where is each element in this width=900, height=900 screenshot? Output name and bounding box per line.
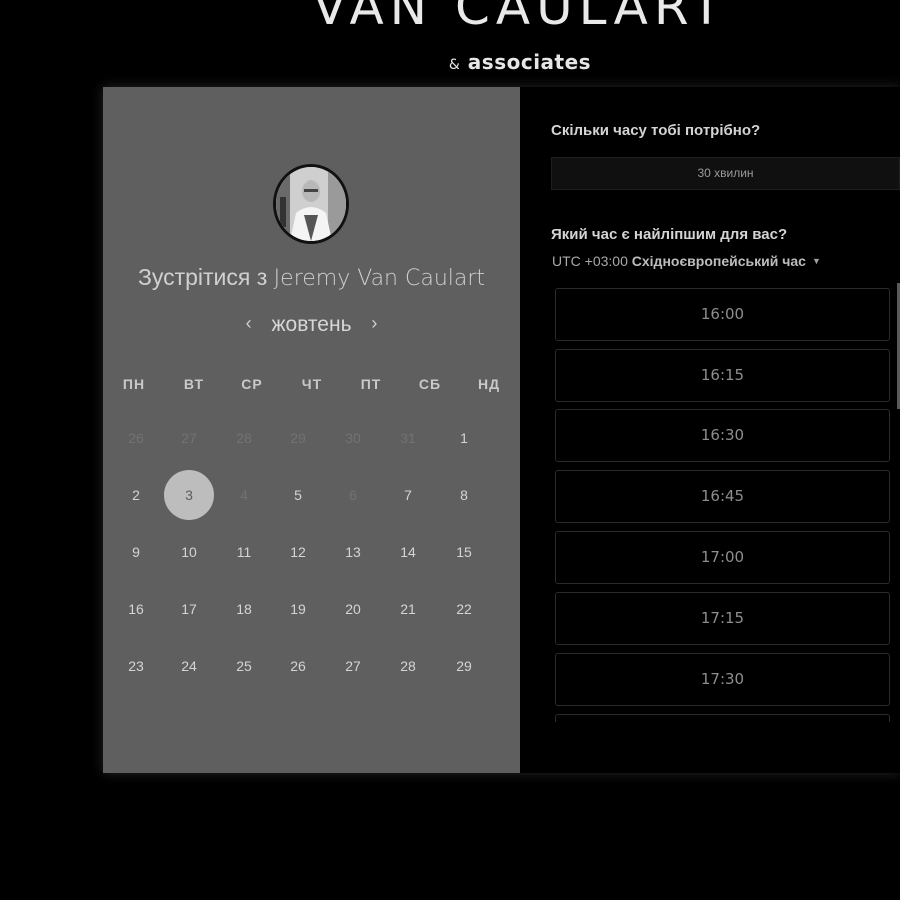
weekday-mon: ПН [122, 376, 146, 392]
calendar-day[interactable]: 27 [333, 658, 373, 674]
duration-question: Скільки часу тобі потрібно? [551, 122, 761, 139]
calendar-day[interactable]: 22 [444, 601, 484, 617]
time-slot-button[interactable]: 17:30 [555, 653, 890, 706]
meeting-prefix: Зустрітися з [137, 264, 268, 290]
calendar-day[interactable]: 25 [224, 658, 264, 674]
calendar-day[interactable]: 24 [169, 658, 209, 674]
calendar-day[interactable]: 15 [444, 544, 484, 560]
host-name: Jeremy Van Caulart [273, 266, 486, 291]
calendar-day: 6 [349, 487, 357, 503]
brand-title: VAN CAULART [312, 0, 728, 36]
weekday-sat: СБ [418, 376, 442, 392]
calendar-day[interactable]: 9 [116, 544, 156, 560]
calendar-day[interactable]: 1 [444, 430, 484, 446]
brand-subtitle: & associates [0, 50, 900, 74]
next-month-icon[interactable]: › [357, 313, 391, 334]
calendar-day: 26 [128, 430, 144, 446]
calendar-day[interactable]: 21 [388, 601, 428, 617]
caret-down-icon: ▼ [811, 256, 821, 266]
weekday-sun: НД [477, 376, 501, 392]
calendar-day[interactable]: 10 [169, 544, 209, 560]
calendar-day[interactable]: 5 [278, 487, 318, 503]
calendar-day: 4 [240, 487, 248, 503]
weekday-fri: ПТ [360, 376, 382, 392]
brand-amp: & [448, 57, 461, 73]
calendar-day[interactable]: 16 [116, 601, 156, 617]
calendar-day[interactable]: 28 [388, 658, 428, 674]
month-navigation: ‹ жовтень › [103, 313, 520, 337]
calendar-day: 28 [236, 430, 252, 446]
calendar-day[interactable]: 12 [278, 544, 318, 560]
calendar-day[interactable]: 18 [224, 601, 264, 617]
avatar [273, 164, 349, 244]
prev-month-icon[interactable]: ‹ [232, 313, 266, 334]
meeting-title: Зустрітися з Jeremy Van Caulart [103, 264, 520, 291]
calendar-day[interactable]: 2 [116, 487, 156, 503]
time-slot-button[interactable]: 17:15 [555, 592, 890, 645]
duration-select[interactable]: 30 хвилин [551, 157, 900, 190]
calendar-day: 29 [290, 430, 306, 446]
time-slot-button[interactable]: 16:00 [555, 288, 890, 341]
timezone-select[interactable]: UTC +03:00 Східноєвропейський час ▼ [552, 253, 821, 269]
calendar-day[interactable]: 29 [444, 658, 484, 674]
weekday-thu: ЧТ [301, 376, 323, 392]
calendar-day[interactable]: 20 [333, 601, 373, 617]
calendar-day[interactable]: 19 [278, 601, 318, 617]
time-slot-button[interactable]: 17:00 [555, 531, 890, 584]
calendar-day[interactable]: 23 [116, 658, 156, 674]
time-slot-button[interactable]: 16:30 [555, 409, 890, 462]
weekday-wed: СР [241, 376, 263, 392]
calendar-day[interactable]: 8 [444, 487, 484, 503]
timezone-offset: UTC +03:00 [552, 253, 628, 269]
calendar-day-selected[interactable]: 3 [169, 487, 209, 503]
brand-subtitle-text: associates [467, 50, 592, 74]
weekday-tue: ВТ [183, 376, 205, 392]
avatar-photo-icon [276, 167, 346, 241]
calendar-day[interactable]: 17 [169, 601, 209, 617]
calendar-day[interactable]: 26 [278, 658, 318, 674]
calendar-day[interactable]: 7 [388, 487, 428, 503]
time-slot-button[interactable]: 16:45 [555, 470, 890, 523]
calendar-day: 30 [345, 430, 361, 446]
month-label: жовтень [271, 313, 352, 336]
time-slot-button[interactable]: 16:15 [555, 349, 890, 402]
time-slot-partial[interactable] [555, 714, 890, 722]
calendar-day: 27 [181, 430, 197, 446]
timezone-name: Східноєвропейський час [631, 253, 806, 269]
calendar-day[interactable]: 11 [224, 544, 264, 560]
time-question: Який час є найліпшим для вас? [551, 226, 788, 243]
calendar-day[interactable]: 13 [333, 544, 373, 560]
calendar-day: 31 [400, 430, 416, 446]
calendar-day[interactable]: 14 [388, 544, 428, 560]
